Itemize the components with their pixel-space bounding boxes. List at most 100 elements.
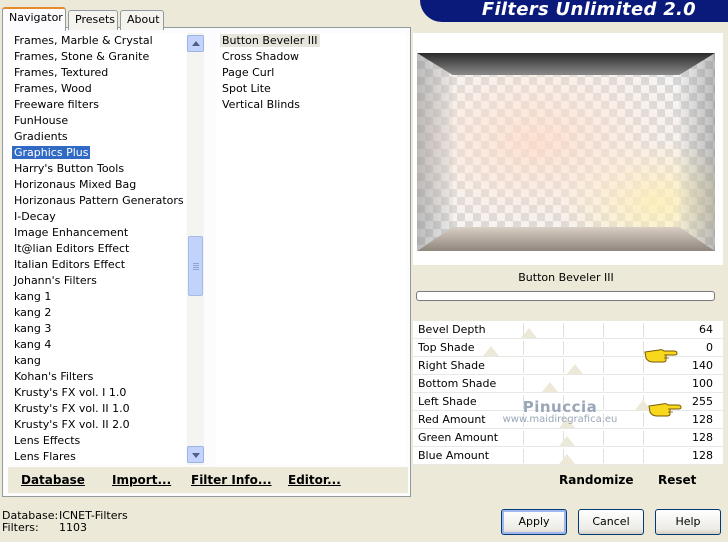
parameter-list: Bevel Depth 64 Top Shade 0 Right Shade 140 Bot…	[413, 321, 723, 465]
param-slider[interactable]	[483, 411, 644, 429]
editor-button[interactable]: Editor...	[288, 473, 341, 487]
slider-tick	[643, 431, 644, 445]
category-scrollbar[interactable]	[187, 33, 204, 465]
category-item[interactable]: Graphics Plus	[8, 145, 186, 161]
slider-tick	[603, 323, 604, 337]
param-slider[interactable]	[483, 429, 644, 447]
slider-thumb[interactable]	[559, 454, 575, 464]
preview-frame	[413, 33, 723, 265]
category-item[interactable]: kang	[8, 353, 186, 369]
slider-tick	[643, 377, 644, 391]
param-label: Left Shade	[418, 395, 477, 408]
param-value: 128	[692, 431, 713, 444]
filter-item[interactable]: Cross Shadow	[216, 49, 406, 65]
slider-tick	[643, 323, 644, 337]
slider-thumb[interactable]	[559, 418, 575, 428]
slider-tick	[563, 359, 564, 373]
category-item[interactable]: Frames, Stone & Granite	[8, 49, 186, 65]
filters-label: Filters:	[2, 521, 39, 534]
param-slider[interactable]	[483, 375, 644, 393]
category-label: Frames, Marble & Crystal	[14, 34, 153, 47]
reset-button[interactable]: Reset	[658, 473, 696, 487]
category-item[interactable]: kang 4	[8, 337, 186, 353]
database-button[interactable]: Database	[21, 473, 85, 487]
filter-item[interactable]: Vertical Blinds	[216, 97, 406, 113]
slider-tick	[523, 449, 524, 463]
progress-bar	[416, 291, 715, 301]
category-item[interactable]: Krusty's FX vol. II 1.0	[8, 401, 186, 417]
category-item[interactable]: Kohan's Filters	[8, 369, 186, 385]
category-label: Gradients	[14, 130, 68, 143]
banner-title: Filters Unlimited 2.0	[481, 0, 696, 20]
category-label: Kohan's Filters	[14, 370, 94, 383]
param-slider[interactable]	[483, 357, 644, 375]
tab-navigator[interactable]: Navigator	[2, 7, 66, 31]
slider-tick	[603, 377, 604, 391]
category-item[interactable]: Frames, Wood	[8, 81, 186, 97]
category-item[interactable]: Johann's Filters	[8, 273, 186, 289]
param-row: Bevel Depth 64	[413, 321, 723, 339]
slider-tick	[523, 431, 524, 445]
slider-thumb[interactable]	[542, 382, 559, 392]
cancel-button[interactable]: Cancel	[578, 509, 644, 535]
slider-thumb[interactable]	[483, 346, 499, 356]
help-button[interactable]: Help	[655, 509, 721, 535]
preview-image[interactable]	[417, 53, 715, 251]
category-item[interactable]: Horizonaus Mixed Bag	[8, 177, 186, 193]
bevel-bottom	[417, 227, 715, 251]
chevron-down-icon[interactable]	[187, 446, 204, 463]
category-item[interactable]: It@lian Editors Effect	[8, 241, 186, 257]
slider-tick	[523, 413, 524, 427]
param-slider[interactable]	[483, 447, 644, 465]
category-item[interactable]: Lens Flares	[8, 449, 186, 465]
category-item[interactable]: kang 3	[8, 321, 186, 337]
filter-item[interactable]: Button Beveler III	[216, 33, 406, 49]
category-item[interactable]: Harry's Button Tools	[8, 161, 186, 177]
slider-tick	[523, 395, 524, 409]
randomize-button[interactable]: Randomize	[559, 473, 633, 487]
slider-thumb[interactable]	[566, 364, 583, 374]
tab-about[interactable]: About	[120, 10, 164, 30]
filter-item[interactable]: Page Curl	[216, 65, 406, 81]
category-label: FunHouse	[14, 114, 69, 127]
slider-thumb[interactable]	[521, 328, 537, 338]
param-label: Bevel Depth	[418, 323, 486, 336]
category-item[interactable]: FunHouse	[8, 113, 186, 129]
category-item[interactable]: Krusty's FX vol. II 2.0	[8, 417, 186, 433]
category-item[interactable]: Horizonaus Pattern Generators	[8, 193, 186, 209]
param-value: 255	[692, 395, 713, 408]
title-banner: Filters Unlimited 2.0	[420, 0, 728, 22]
slider-tick	[523, 341, 524, 355]
chevron-up-icon[interactable]	[187, 35, 204, 52]
param-slider[interactable]	[483, 321, 644, 339]
slider-tick	[563, 377, 564, 391]
category-item[interactable]: Image Enhancement	[8, 225, 186, 241]
import-button[interactable]: Import...	[112, 473, 171, 487]
filter-info-button[interactable]: Filter Info...	[191, 473, 272, 487]
category-item[interactable]: Frames, Textured	[8, 65, 186, 81]
category-item[interactable]: Krusty's FX vol. I 1.0	[8, 385, 186, 401]
category-item[interactable]: Freeware filters	[8, 97, 186, 113]
scrollbar-thumb[interactable]	[188, 236, 203, 296]
category-label: Harry's Button Tools	[14, 162, 125, 175]
filter-list[interactable]: Button Beveler III Cross Shadow Page Curl S…	[216, 33, 406, 465]
category-item[interactable]: kang 2	[8, 305, 186, 321]
filter-item[interactable]: Spot Lite	[216, 81, 406, 97]
category-label: Frames, Stone & Granite	[14, 50, 150, 63]
apply-button[interactable]: Apply	[501, 509, 567, 535]
category-item[interactable]: Gradients	[8, 129, 186, 145]
category-label: kang 1	[14, 290, 52, 303]
category-list[interactable]: Frames, Marble & Crystal Frames, Stone & …	[8, 33, 186, 465]
category-item[interactable]: Frames, Marble & Crystal	[8, 33, 186, 49]
param-slider[interactable]	[483, 393, 651, 411]
slider-thumb[interactable]	[559, 436, 575, 446]
category-label: Graphics Plus	[12, 146, 91, 159]
param-slider[interactable]	[483, 339, 644, 357]
tab-presets[interactable]: Presets	[68, 10, 118, 30]
param-value: 140	[692, 359, 713, 372]
category-item[interactable]: Lens Effects	[8, 433, 186, 449]
category-item[interactable]: kang 1	[8, 289, 186, 305]
category-label: kang	[14, 354, 41, 367]
category-item[interactable]: Italian Editors Effect	[8, 257, 186, 273]
category-item[interactable]: I-Decay	[8, 209, 186, 225]
